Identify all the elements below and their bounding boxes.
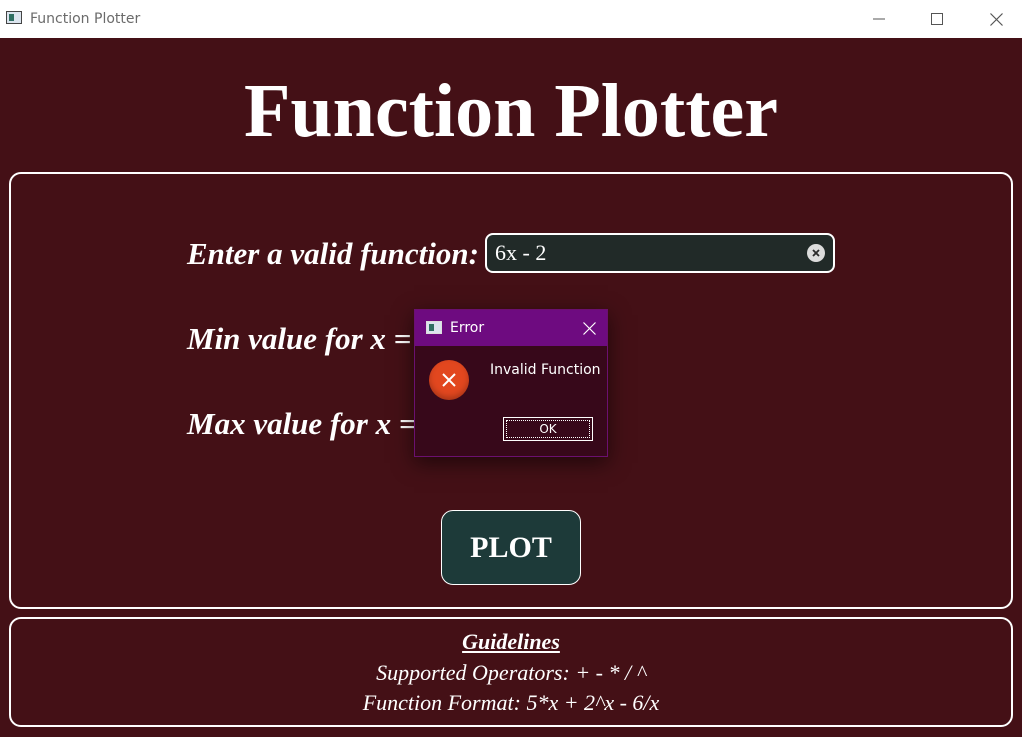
dialog-titlebar: Error xyxy=(415,310,607,346)
function-format-text: Function Format: 5*x + 2^x - 6/x xyxy=(362,690,660,715)
app-window-icon xyxy=(6,11,22,24)
minimize-icon xyxy=(873,18,885,20)
dialog-title: Error xyxy=(450,320,485,336)
guidelines-title: Guidelines xyxy=(462,629,560,654)
close-icon xyxy=(989,12,1003,26)
min-x-label: Min value for x = xyxy=(187,321,412,356)
error-icon xyxy=(429,360,469,400)
error-dialog: Error Invalid Function OK xyxy=(414,309,608,457)
dialog-app-icon xyxy=(426,321,442,334)
function-label: Enter a valid function: xyxy=(187,236,479,271)
close-button[interactable] xyxy=(973,0,1019,38)
supported-operators-text: Supported Operators: + - * / ^ xyxy=(376,660,646,685)
close-icon xyxy=(582,321,596,335)
maximize-icon xyxy=(931,13,943,25)
window-titlebar: Function Plotter xyxy=(0,0,1022,38)
function-input[interactable]: 6x - 2 xyxy=(485,233,835,273)
minimize-button[interactable] xyxy=(856,0,902,38)
function-input-value: 6x - 2 xyxy=(495,240,547,265)
dialog-message: Invalid Function xyxy=(490,362,601,378)
max-x-label: Max value for x = xyxy=(187,406,417,441)
ok-button[interactable]: OK xyxy=(503,417,593,441)
plot-button[interactable]: PLOT xyxy=(441,510,581,585)
window-title: Function Plotter xyxy=(30,11,141,27)
dialog-close-button[interactable] xyxy=(579,318,599,338)
maximize-button[interactable] xyxy=(914,0,960,38)
page-title: Function Plotter xyxy=(243,69,778,153)
clear-input-icon[interactable] xyxy=(807,244,825,262)
